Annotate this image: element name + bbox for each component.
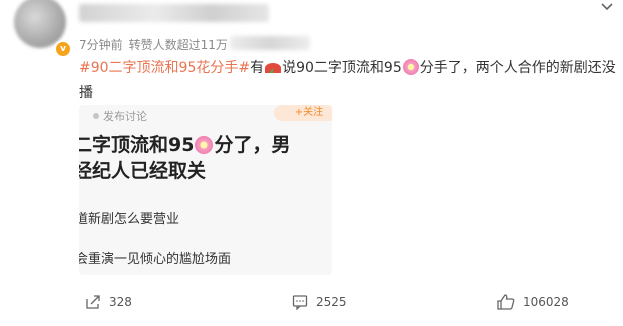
comment-button[interactable]: 2525 (292, 294, 347, 311)
action-bar: 328 2525 106028 (0, 294, 623, 314)
verified-badge-icon: v (54, 40, 72, 58)
chevron-down-icon[interactable] (600, 0, 616, 16)
meta-blurred (230, 36, 310, 50)
like-button[interactable]: 106028 (497, 294, 569, 310)
flower-icon (195, 136, 214, 154)
card-title: 二字顶流和95 分了，男 经纪人已经取关 (79, 134, 291, 182)
username-blurred[interactable] (79, 4, 269, 22)
flower-icon (402, 59, 419, 75)
share-button[interactable]: 328 (85, 294, 132, 310)
watermelon-icon (265, 63, 282, 73)
share-count: 328 (109, 295, 132, 309)
card-line: 道新剧怎么要营业 (79, 212, 180, 227)
share-icon (86, 295, 100, 309)
comment-icon (292, 295, 308, 311)
follow-button[interactable]: +关注 (274, 105, 332, 121)
post-text-segment: 有 (250, 60, 265, 76)
post-text-segment: 说90二字顶流和95 (282, 60, 402, 76)
post-meta: 7分钟前 转赞人数超过11万 (79, 36, 228, 53)
like-count: 106028 (523, 295, 569, 309)
embedded-card[interactable]: 发布讨论 +关注 二字顶流和95 分了，男 经纪人已经取关 道新剧怎么要营业 会重… (79, 105, 332, 275)
post-views: 转赞人数超过11万 (128, 38, 228, 52)
hashtag-link[interactable]: #90二字顶流和95花分手# (79, 60, 250, 76)
like-icon (497, 294, 515, 310)
card-tag: 发布讨论 (93, 108, 147, 124)
post-time[interactable]: 7分钟前 (79, 38, 123, 52)
card-line: 会重演一见倾心的尴尬场面 (79, 252, 232, 267)
comment-count: 2525 (316, 295, 347, 309)
